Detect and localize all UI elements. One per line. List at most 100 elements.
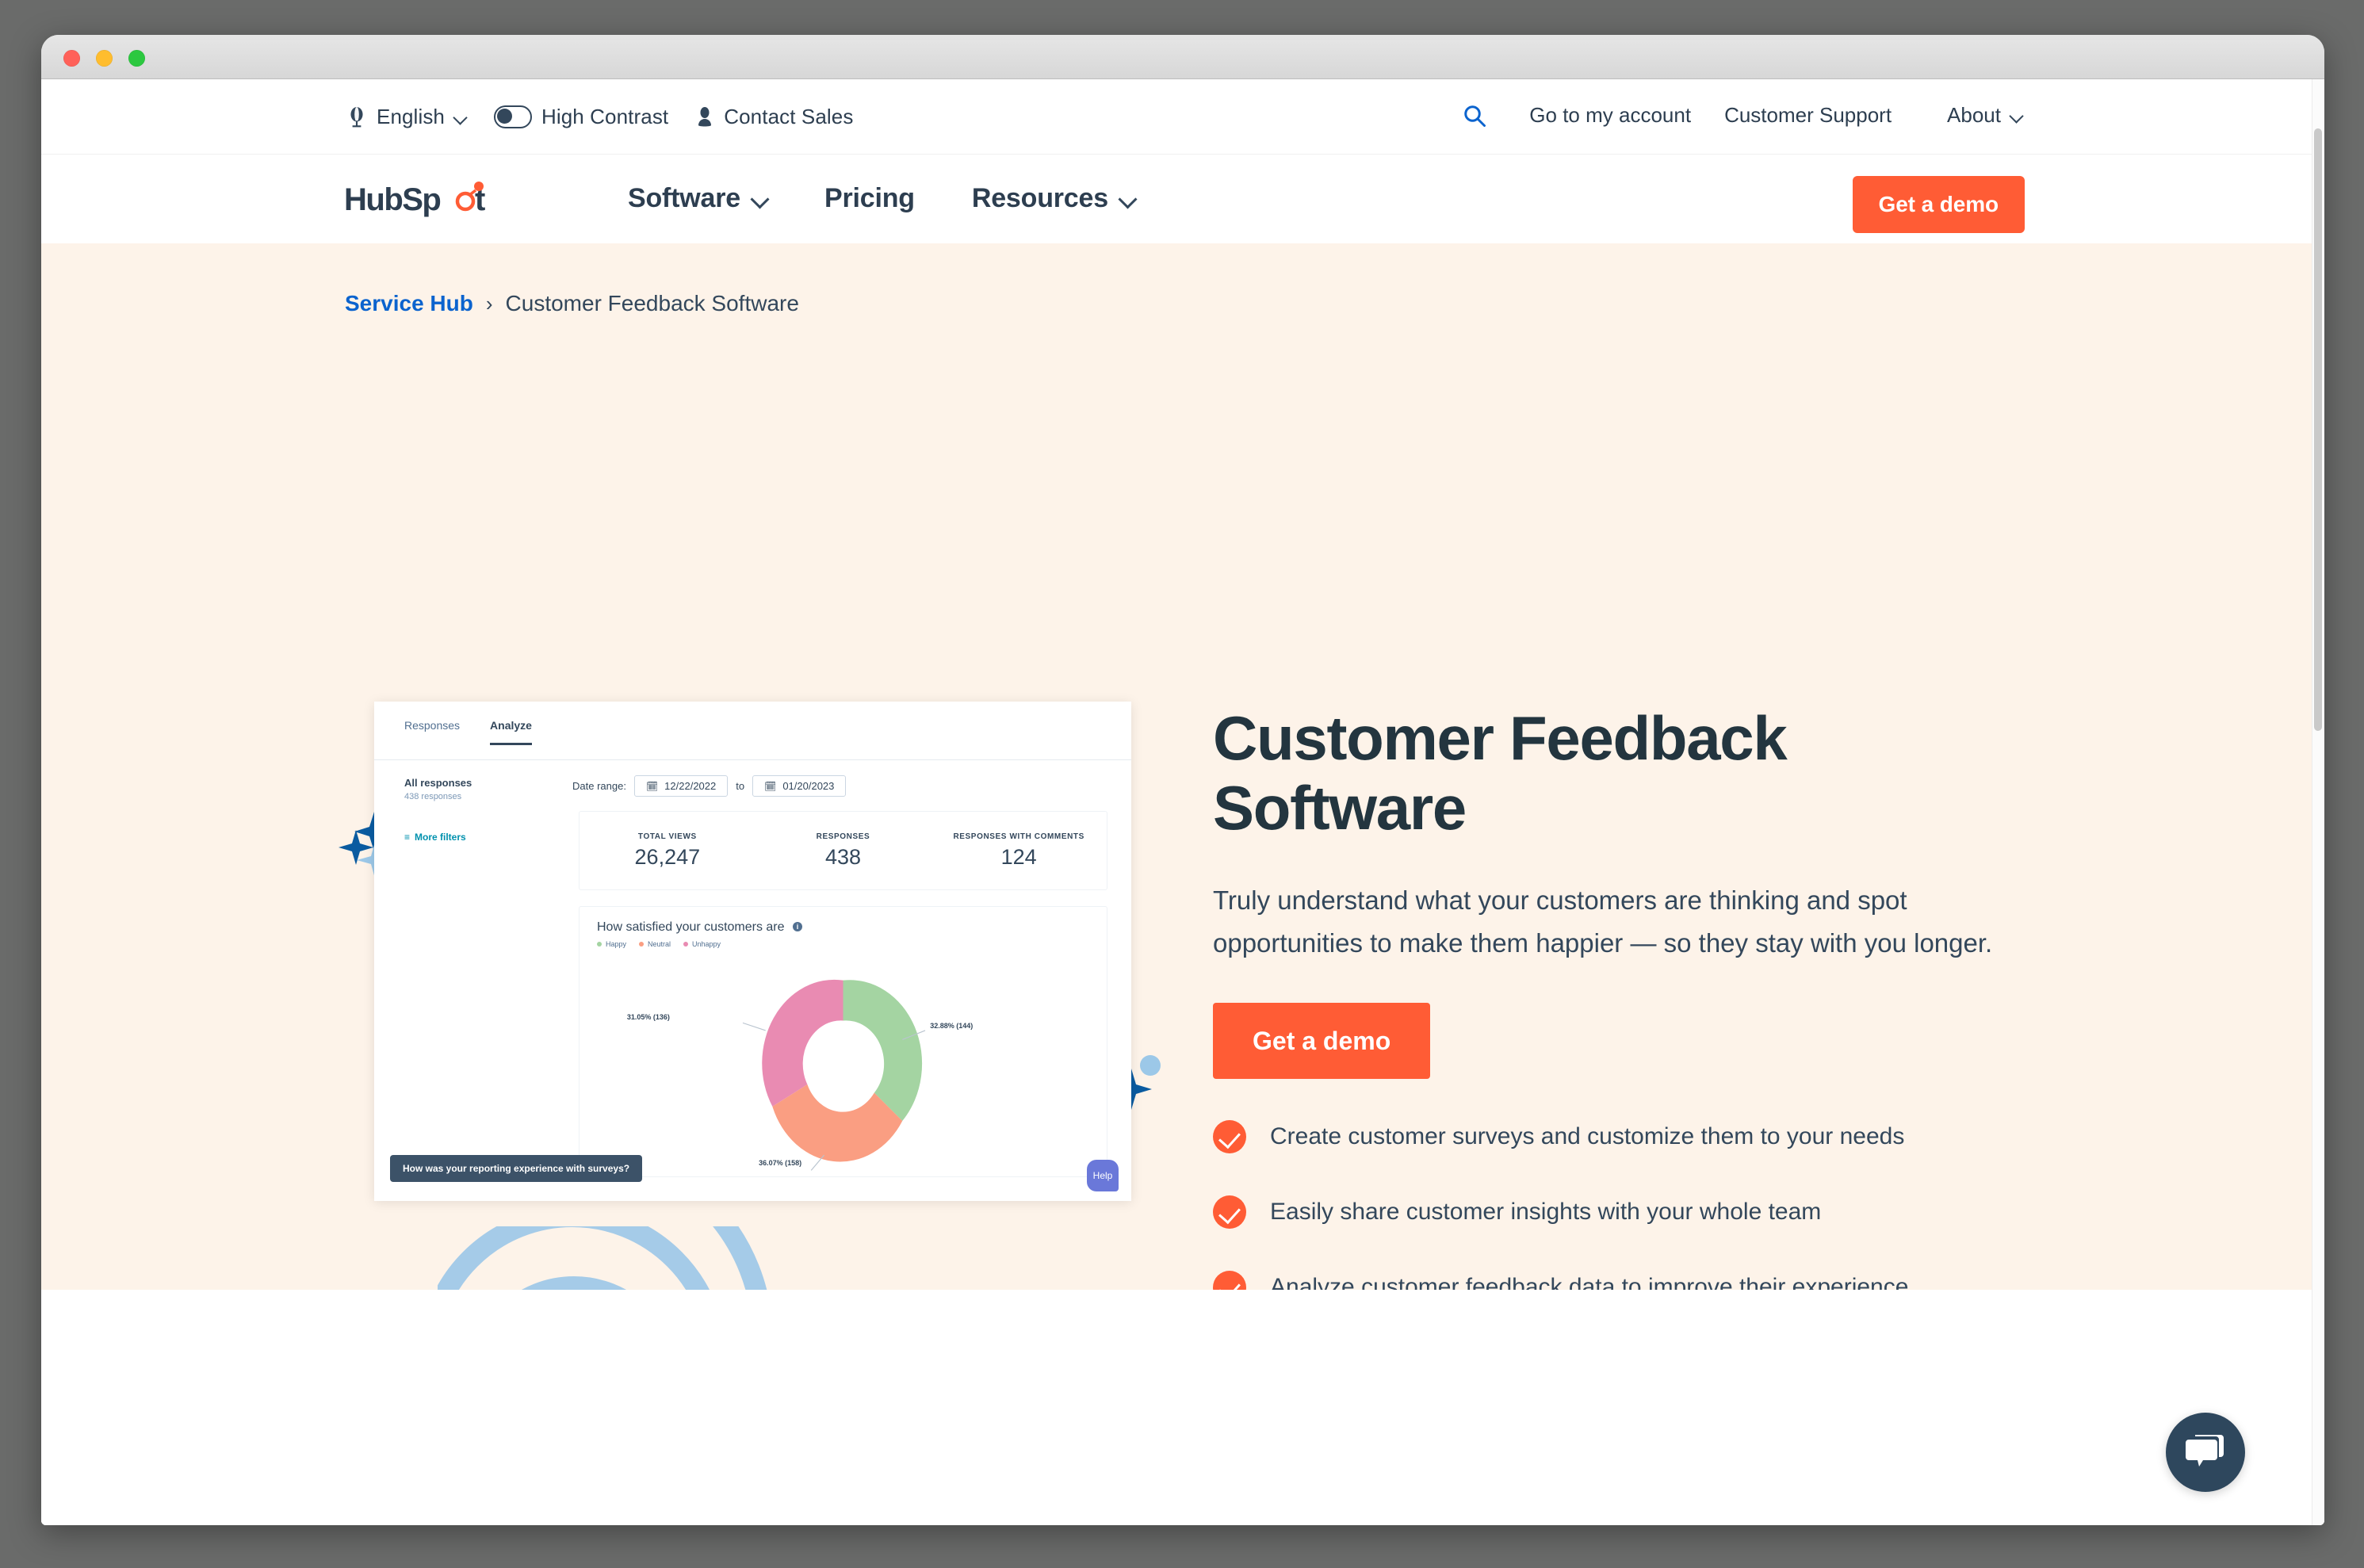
date-from-field[interactable]: 🗓 12/22/2022 [634,775,728,797]
nav-item-pricing[interactable]: Pricing [824,183,915,214]
legend-item-neutral: Neutral [639,940,671,948]
hero-benefits-list: Create customer surveys and customize th… [1213,1120,2085,1290]
window-maximize-button[interactable] [128,50,145,67]
breadcrumb-parent-link[interactable]: Service Hub [345,291,473,316]
date-range-controls: Date range: 🗓 12/22/2022 to 🗓 01/20/2023 [572,775,846,797]
donut-label-neutral: 36.07% (158) [759,1159,801,1167]
hero-get-a-demo-button[interactable]: Get a demo [1213,1003,1430,1079]
person-icon [695,106,714,128]
info-icon[interactable]: i [793,922,802,931]
customer-support-link[interactable]: Customer Support [1724,103,1892,128]
help-badge[interactable]: Help [1087,1160,1119,1191]
calendar-icon: 🗓 [764,781,776,792]
nav-label: Pricing [824,183,915,214]
nav-label: Software [628,183,740,214]
go-to-my-account-link[interactable]: Go to my account [1529,103,1691,128]
legend-label: Happy [606,940,626,948]
utility-nav-bar: English High Contrast Contact Sales [41,79,2324,155]
hubspot-logo[interactable]: HubSp t [344,180,514,220]
contact-sales-link[interactable]: Contact Sales [695,105,853,129]
chevron-down-icon [1119,191,1135,207]
stat-value: 26,247 [580,845,755,870]
check-circle-icon [1213,1271,1246,1290]
date-to-field[interactable]: 🗓 01/20/2023 [752,775,846,797]
legend-label: Neutral [648,940,671,948]
list-item: Analyze customer feedback data to improv… [1213,1271,2085,1290]
date-range-to-label: to [736,780,744,792]
chevron-down-icon [454,111,467,124]
chat-widget-button[interactable] [2166,1413,2245,1492]
screenshot-sidebar: All responses 438 responses ≡ More filte… [404,777,555,843]
hero-content-column: Customer Feedback Software Truly underst… [1213,703,2085,1290]
tab-divider [374,759,1131,760]
donut-label-happy: 32.88% (144) [930,1022,973,1030]
page-scrollbar-thumb[interactable] [2314,128,2322,731]
hero-subtitle: Truly understand what your customers are… [1213,879,2045,965]
filter-icon: ≡ [404,832,409,843]
sidebar-title: All responses [404,777,555,789]
chart-legend: Happy Neutral Unhappy [597,940,721,948]
legend-label: Unhappy [692,940,721,948]
nav-item-resources[interactable]: Resources [972,183,1135,214]
benefit-text: Create customer surveys and customize th… [1270,1123,1904,1150]
page-title: Customer Feedback Software [1213,703,1847,843]
slice-unhappy [762,980,843,1107]
window-minimize-button[interactable] [96,50,113,67]
about-label: About [1947,103,2001,128]
slice-happy [843,980,923,1121]
tab-responses[interactable]: Responses [404,719,460,745]
browser-window: English High Contrast Contact Sales [41,35,2324,1525]
language-label: English [377,105,445,129]
svg-text:HubSp: HubSp [344,182,440,217]
stat-total-views: TOTAL VIEWS 26,247 [580,832,755,870]
chart-title: How satisfied your customers are i [597,920,802,935]
main-navigation: HubSp t Software Pricing Resources [41,155,2324,243]
chevron-down-icon [752,191,767,207]
list-item: Create customer surveys and customize th… [1213,1120,2085,1153]
search-icon[interactable] [1463,104,1486,128]
stat-responses: RESPONSES 438 [755,832,931,870]
donut-chart: 32.88% (144) 31.05% (136) 36.07% (158) [580,956,1107,1176]
contrast-toggle-icon [494,105,532,128]
product-screenshot-card: Responses Analyze All responses 438 resp… [374,702,1131,1201]
nav-links: Software Pricing Resources [628,183,1135,214]
satisfaction-chart-card: How satisfied your customers are i Happy… [579,906,1107,1177]
breadcrumb-current: Customer Feedback Software [506,291,799,316]
desktop-background: English High Contrast Contact Sales [0,0,2364,1568]
stat-label: RESPONSES [755,832,931,841]
hero-section: Service Hub › Customer Feedback Software [41,243,2324,1290]
language-selector[interactable]: English [346,105,467,129]
chevron-down-icon [2010,109,2023,122]
date-from-value: 12/22/2022 [664,780,716,792]
list-item: Easily share customer insights with your… [1213,1195,2085,1229]
donut-svg [580,956,1107,1176]
screenshot-tabs: Responses Analyze [404,719,532,745]
window-titlebar [41,35,2324,79]
survey-prompt-tooltip: How was your reporting experience with s… [390,1155,642,1182]
legend-item-unhappy: Unhappy [683,940,721,948]
high-contrast-toggle[interactable]: High Contrast [494,105,668,129]
check-circle-icon [1213,1120,1246,1153]
breadcrumb-separator-icon: › [486,292,493,316]
stat-value: 124 [931,845,1107,870]
page-viewport: English High Contrast Contact Sales [41,79,2324,1525]
breadcrumb: Service Hub › Customer Feedback Software [345,291,799,316]
page-scrollbar-track[interactable] [2312,79,2324,1525]
stat-label: RESPONSES WITH COMMENTS [931,832,1107,841]
calendar-icon: 🗓 [646,781,658,792]
tab-analyze[interactable]: Analyze [490,719,532,745]
more-filters-button[interactable]: ≡ More filters [404,832,555,843]
stat-label: TOTAL VIEWS [580,832,755,841]
more-filters-label: More filters [415,832,466,843]
donut-label-unhappy: 31.05% (136) [627,1013,670,1021]
check-circle-icon [1213,1195,1246,1229]
benefit-text: Analyze customer feedback data to improv… [1270,1274,1908,1290]
globe-icon [346,106,367,128]
sidebar-response-count: 438 responses [404,792,555,801]
window-close-button[interactable] [63,50,80,67]
chat-bubbles-icon [2184,1432,2227,1473]
date-range-label: Date range: [572,780,626,792]
nav-item-software[interactable]: Software [628,183,767,214]
about-menu[interactable]: About [1947,103,2023,128]
nav-get-a-demo-button[interactable]: Get a demo [1853,176,2025,233]
